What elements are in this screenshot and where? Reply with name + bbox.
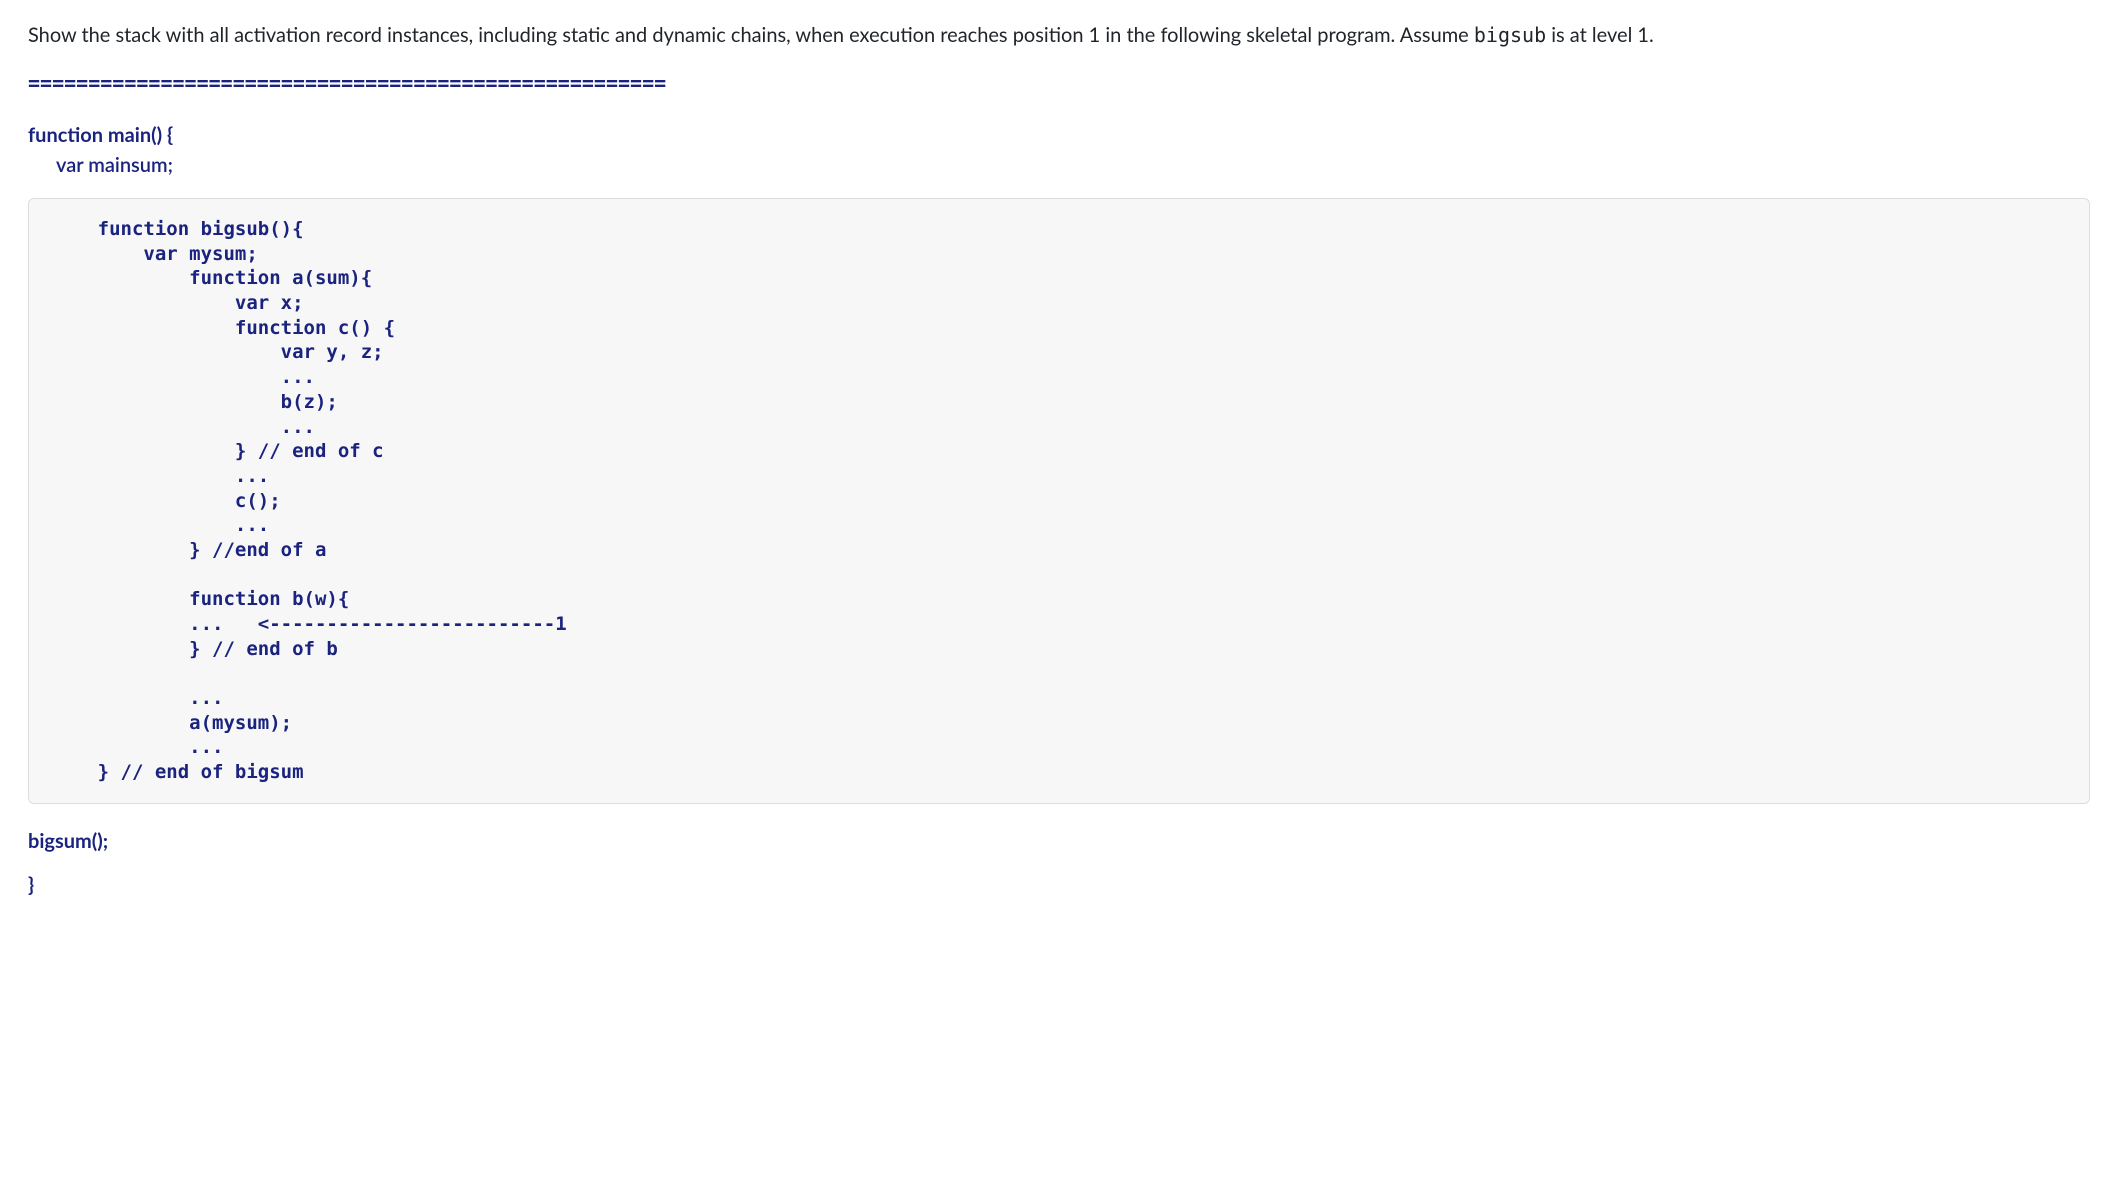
- bigsum-call: bigsum();: [28, 826, 2090, 856]
- divider-line: ========================================…: [28, 68, 2090, 98]
- main-var-declaration: var mainsum;: [56, 150, 2090, 180]
- main-function-header: function main() {: [28, 120, 2090, 150]
- question-part1: Show the stack with all activation recor…: [28, 23, 1474, 47]
- closing-brace: }: [28, 870, 2090, 900]
- question-part2: is at level 1.: [1546, 23, 1654, 47]
- code-block: function bigsub(){ var mysum; function a…: [28, 198, 2090, 804]
- question-mono: bigsub: [1474, 23, 1546, 47]
- question-text: Show the stack with all activation recor…: [28, 20, 2090, 50]
